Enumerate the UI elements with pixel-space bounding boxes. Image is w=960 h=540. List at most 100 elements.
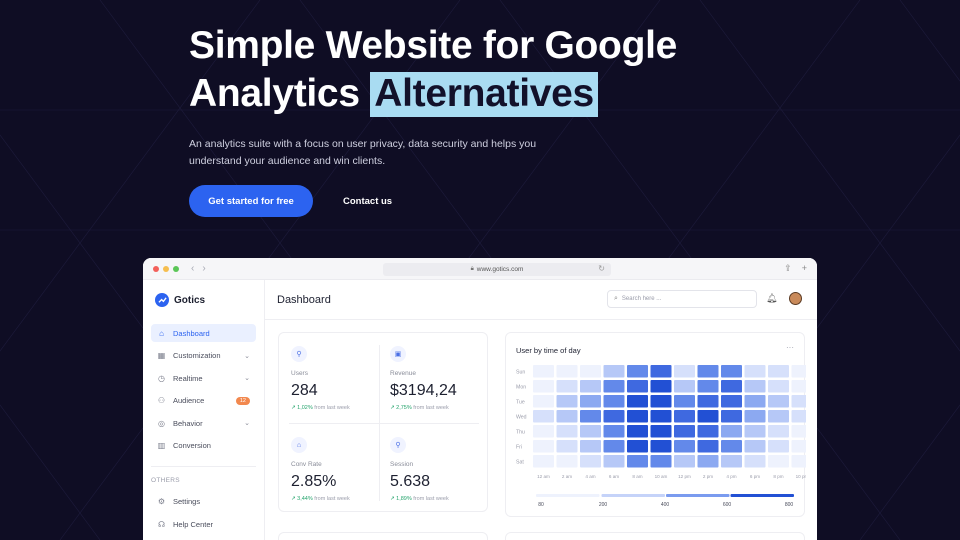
- heatmap-cell[interactable]: [721, 365, 742, 378]
- heatmap-cell[interactable]: [627, 365, 648, 378]
- heatmap-cell[interactable]: [791, 395, 807, 408]
- heatmap-cell[interactable]: [580, 440, 601, 453]
- heatmap-cell[interactable]: [603, 365, 625, 378]
- heatmap-cell[interactable]: [627, 410, 648, 423]
- heatmap-cell[interactable]: [580, 425, 601, 438]
- heatmap-cell[interactable]: [627, 440, 648, 453]
- heatmap-cell[interactable]: [697, 455, 719, 468]
- heatmap-cell[interactable]: [721, 380, 742, 393]
- heatmap-cell[interactable]: [744, 455, 766, 468]
- heatmap-cell[interactable]: [627, 425, 648, 438]
- heatmap-cell[interactable]: [768, 440, 789, 453]
- heatmap-cell[interactable]: [674, 365, 695, 378]
- sidebar-item-settings[interactable]: ⚙ Settings: [151, 493, 256, 511]
- heatmap-cell[interactable]: [556, 410, 578, 423]
- heatmap-cell[interactable]: [674, 425, 695, 438]
- heatmap-cell[interactable]: [533, 425, 554, 438]
- heatmap-cell[interactable]: [721, 455, 742, 468]
- contact-us-button[interactable]: Contact us: [343, 196, 392, 207]
- sidebar-item-dashboard[interactable]: ⌂ Dashboard: [151, 324, 256, 342]
- heatmap-cell[interactable]: [580, 455, 601, 468]
- brand-logo[interactable]: Gotics: [143, 280, 264, 320]
- heatmap-cell[interactable]: [650, 455, 672, 468]
- heatmap-cell[interactable]: [768, 365, 789, 378]
- heatmap-cell[interactable]: [533, 455, 554, 468]
- bell-icon[interactable]: 🔔︎: [766, 293, 777, 304]
- heatmap-cell[interactable]: [533, 395, 554, 408]
- heatmap-cell[interactable]: [768, 380, 789, 393]
- heatmap-cell[interactable]: [744, 365, 766, 378]
- stat-session[interactable]: ⚲ Session 5.638 ↗ 1,89% from last week: [390, 437, 480, 502]
- search-input[interactable]: ⌕ Search here ...: [607, 290, 757, 308]
- heatmap-cell[interactable]: [697, 365, 719, 378]
- url-bar[interactable]: 🔒︎ www.gotics.com ↻: [383, 263, 611, 276]
- heatmap-cell[interactable]: [580, 410, 601, 423]
- sidebar-item-realtime[interactable]: ◷ Realtime ⌄: [151, 369, 256, 387]
- heatmap-cell[interactable]: [768, 395, 789, 408]
- heatmap-cell[interactable]: [556, 425, 578, 438]
- heatmap-cell[interactable]: [556, 455, 578, 468]
- heatmap-cell[interactable]: [533, 440, 554, 453]
- heatmap-cell[interactable]: [791, 380, 807, 393]
- heatmap-cell[interactable]: [580, 380, 601, 393]
- sidebar-item-customization[interactable]: ▦ Customization ⌄: [151, 347, 256, 365]
- heatmap-cell[interactable]: [791, 365, 807, 378]
- share-icon[interactable]: ⇪: [784, 263, 792, 274]
- heatmap-cell[interactable]: [721, 425, 742, 438]
- heatmap-cell[interactable]: [556, 440, 578, 453]
- heatmap-cell[interactable]: [791, 440, 807, 453]
- heatmap-cell[interactable]: [791, 410, 807, 423]
- heatmap-cell[interactable]: [697, 395, 719, 408]
- sidebar-item-behavior[interactable]: ◎ Behavior ⌄: [151, 414, 256, 432]
- heatmap-cell[interactable]: [533, 410, 554, 423]
- heatmap-cell[interactable]: [697, 410, 719, 423]
- close-dot[interactable]: [153, 265, 159, 272]
- get-started-button[interactable]: Get started for free: [189, 185, 313, 217]
- heatmap-cell[interactable]: [627, 380, 648, 393]
- heatmap-cell[interactable]: [580, 365, 601, 378]
- back-arrow-icon[interactable]: ‹: [191, 263, 194, 274]
- maximize-dot[interactable]: [173, 265, 179, 272]
- heatmap-cell[interactable]: [791, 425, 807, 438]
- heatmap-cell[interactable]: [650, 365, 672, 378]
- heatmap-cell[interactable]: [744, 440, 766, 453]
- heatmap-cell[interactable]: [650, 380, 672, 393]
- sidebar-item-help-center[interactable]: ☊ Help Center: [151, 516, 256, 534]
- heatmap-cell[interactable]: [603, 440, 625, 453]
- heatmap-cell[interactable]: [603, 455, 625, 468]
- heatmap-cell[interactable]: [603, 425, 625, 438]
- heatmap-cell[interactable]: [580, 395, 601, 408]
- heatmap-cell[interactable]: [603, 380, 625, 393]
- stat-revenue[interactable]: ▣ Revenue $3194,24 ↗ 2,75% from last wee…: [390, 346, 480, 411]
- sidebar-item-audience[interactable]: ⚇ Audience 12: [151, 392, 256, 410]
- heatmap-cell[interactable]: [697, 425, 719, 438]
- heatmap-cell[interactable]: [744, 380, 766, 393]
- heatmap-cell[interactable]: [721, 440, 742, 453]
- heatmap-cell[interactable]: [791, 455, 807, 468]
- heatmap-cell[interactable]: [650, 425, 672, 438]
- new-tab-icon[interactable]: +: [802, 263, 807, 274]
- heatmap-cell[interactable]: [674, 455, 695, 468]
- heatmap-cell[interactable]: [697, 440, 719, 453]
- heatmap-cell[interactable]: [674, 410, 695, 423]
- heatmap-cell[interactable]: [744, 410, 766, 423]
- heatmap-cell[interactable]: [603, 395, 625, 408]
- heatmap-cell[interactable]: [533, 365, 554, 378]
- sidebar-item-conversion[interactable]: ▥ Conversion: [151, 437, 256, 455]
- heatmap-cell[interactable]: [650, 395, 672, 408]
- heatmap-cell[interactable]: [533, 380, 554, 393]
- heatmap-cell[interactable]: [650, 440, 672, 453]
- heatmap-cell[interactable]: [768, 410, 789, 423]
- heatmap-cell[interactable]: [627, 455, 648, 468]
- heatmap-cell[interactable]: [674, 395, 695, 408]
- heatmap-cell[interactable]: [650, 410, 672, 423]
- heatmap-cell[interactable]: [603, 410, 625, 423]
- heatmap-cell[interactable]: [697, 380, 719, 393]
- avatar[interactable]: [789, 292, 802, 305]
- heatmap-cell[interactable]: [768, 425, 789, 438]
- reload-icon[interactable]: ↻: [598, 264, 605, 273]
- stat-conv-rate[interactable]: ⌂ Conv Rate 2.85% ↗ 3,44% from last week: [291, 437, 381, 502]
- heatmap-cell[interactable]: [556, 395, 578, 408]
- heatmap-cell[interactable]: [627, 395, 648, 408]
- minimize-dot[interactable]: [163, 265, 169, 272]
